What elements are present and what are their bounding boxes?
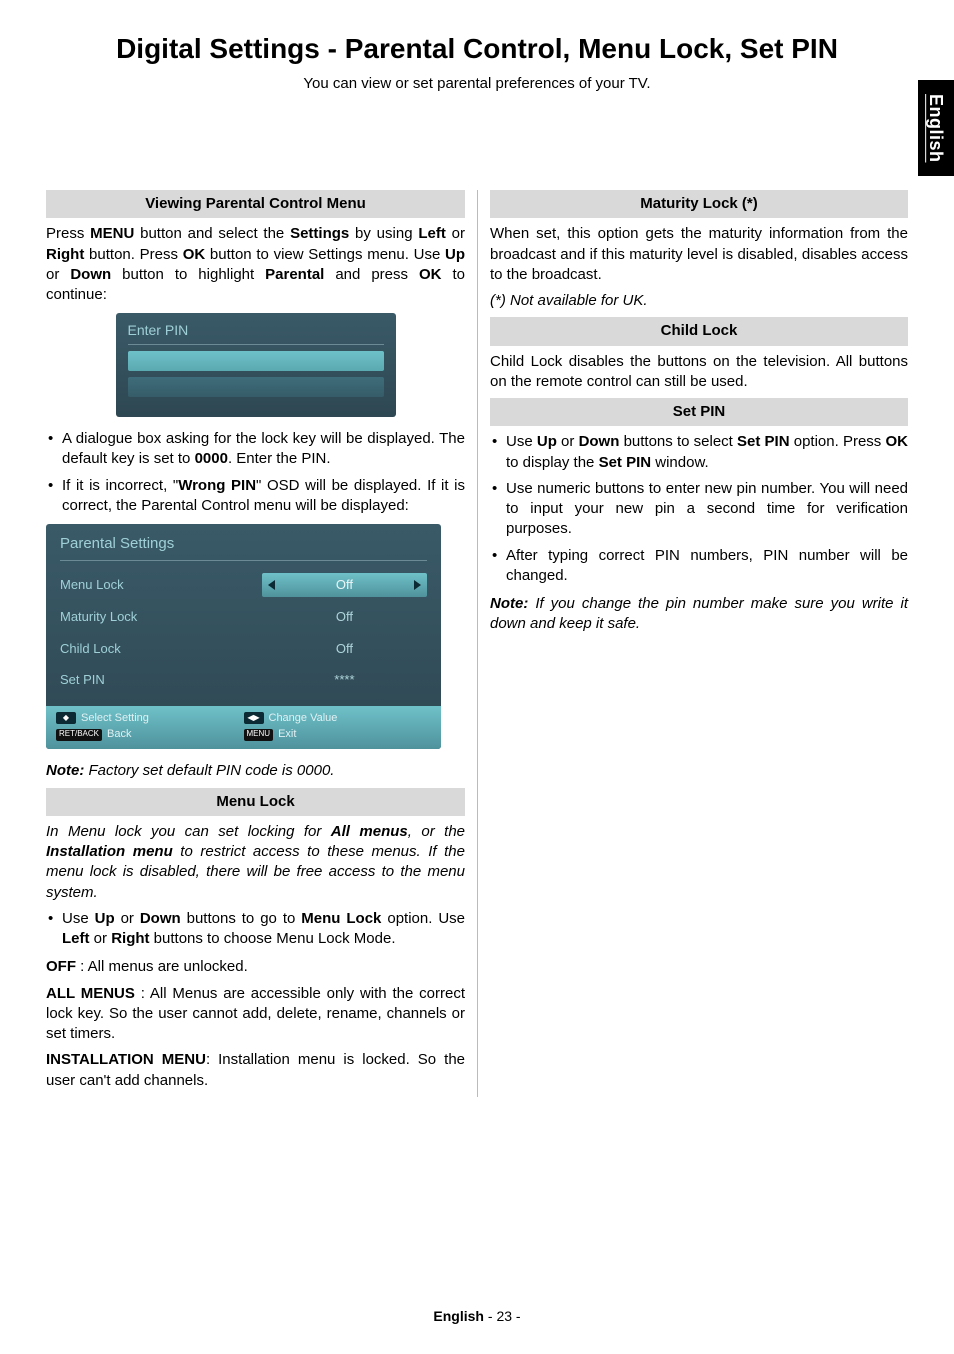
set-pin-changed: After typing correct PIN numbers, PIN nu… (490, 546, 908, 587)
section-viewing-parental: Viewing Parental Control Menu (46, 190, 465, 218)
maturity-desc: When set, this option gets the maturity … (490, 224, 908, 285)
page-title: Digital Settings - Parental Control, Men… (46, 30, 908, 68)
set-pin-select: Use Up or Down buttons to select Set PIN… (490, 432, 908, 473)
leftright-chip-icon: ◀▶ (244, 712, 264, 724)
menu-lock-install: INSTALLATION MENU: Installation menu is … (46, 1050, 465, 1091)
right-column: Maturity Lock (*) When set, this option … (477, 190, 908, 1097)
pin-field-secondary (128, 377, 384, 397)
child-lock-desc: Child Lock disables the buttons on the t… (490, 352, 908, 393)
page-subtitle: You can view or set parental preferences… (46, 74, 908, 94)
enter-pin-label: Enter PIN (128, 321, 384, 340)
note-default-pin: Note: Factory set default PIN code is 00… (46, 761, 465, 781)
viewing-intro: Press MENU button and select the Setting… (46, 224, 465, 305)
viewing-bullets: A dialogue box asking for the lock key w… (46, 429, 465, 516)
menu-chip-icon: MENU (244, 729, 274, 741)
page-footer: English - 23 - (0, 1307, 954, 1326)
bullet-default-key: A dialogue box asking for the lock key w… (46, 429, 465, 470)
maturity-note: (*) Not available for UK. (490, 291, 908, 311)
set-pin-numeric: Use numeric buttons to enter new pin num… (490, 479, 908, 540)
parental-settings-screenshot: Parental Settings Menu Lock Off Maturity… (46, 524, 441, 749)
retback-chip-icon: RET/BACK (56, 729, 102, 741)
language-tab: English (918, 80, 954, 176)
section-menu-lock: Menu Lock (46, 788, 465, 816)
triangle-left-icon (268, 580, 275, 590)
menu-lock-off: OFF : All menus are unlocked. (46, 957, 465, 977)
section-child-lock: Child Lock (490, 317, 908, 345)
menu-lock-intro: In Menu lock you can set locking for All… (46, 822, 465, 903)
menu-lock-use-buttons: Use Up or Down buttons to go to Menu Loc… (46, 909, 465, 950)
updown-chip-icon: ◆ (56, 712, 76, 724)
left-column: Viewing Parental Control Menu Press MENU… (46, 190, 477, 1097)
pin-field-highlight (128, 351, 384, 371)
menu-lock-all: ALL MENUS : All Menus are accessible onl… (46, 984, 465, 1045)
set-pin-note: Note: If you change the pin number make … (490, 594, 908, 635)
menu-lock-bullets: Use Up or Down buttons to go to Menu Loc… (46, 909, 465, 950)
parental-row-menu-lock: Menu Lock Off (46, 569, 441, 601)
set-pin-bullets: Use Up or Down buttons to select Set PIN… (490, 432, 908, 586)
parental-footer: ◆Select Setting ◀▶Change Value RET/BACKB… (46, 706, 441, 750)
parental-row-maturity-lock: Maturity Lock Off (46, 601, 441, 633)
content-columns: Viewing Parental Control Menu Press MENU… (46, 190, 908, 1097)
bullet-wrong-pin: If it is incorrect, "Wrong PIN" OSD will… (46, 476, 465, 517)
enter-pin-screenshot: Enter PIN (116, 313, 396, 417)
parental-row-set-pin: Set PIN **** (46, 664, 441, 696)
parental-settings-title: Parental Settings (46, 534, 441, 560)
parental-row-child-lock: Child Lock Off (46, 633, 441, 665)
section-set-pin: Set PIN (490, 398, 908, 426)
section-maturity-lock: Maturity Lock (*) (490, 190, 908, 218)
triangle-right-icon (414, 580, 421, 590)
